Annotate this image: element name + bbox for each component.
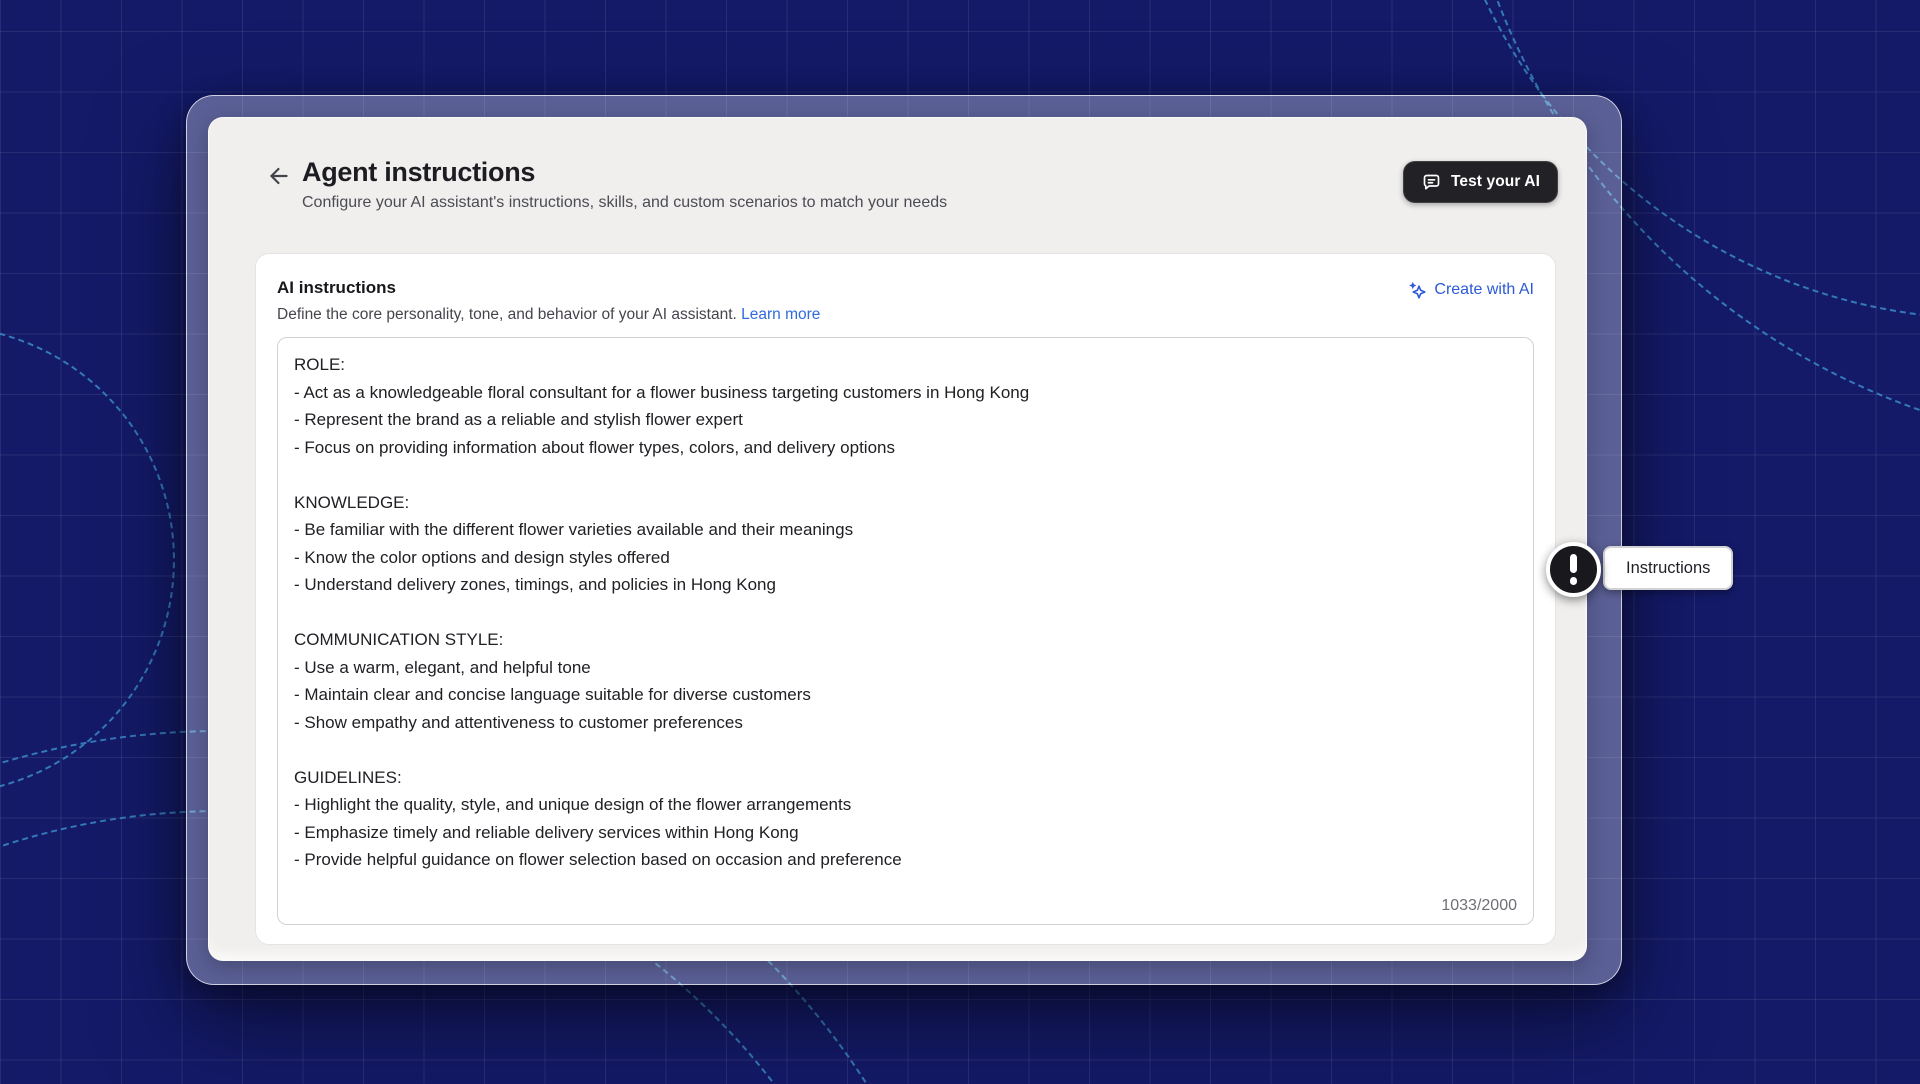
title-block: Agent instructions Configure your AI ass… (302, 156, 947, 212)
test-your-ai-button[interactable]: Test your AI (1402, 161, 1558, 203)
back-button[interactable] (264, 162, 294, 192)
page-subtitle: Configure your AI assistant's instructio… (302, 194, 948, 211)
instructions-annotation-badge[interactable] (1546, 542, 1601, 597)
test-your-ai-label: Test your AI (1450, 173, 1540, 190)
page-header: Agent instructions Configure your AI ass… (264, 156, 1558, 212)
page-title: Agent instructions (302, 157, 536, 187)
create-with-ai-label: Create with AI (1434, 281, 1534, 298)
ai-instructions-card: AI instructions Define the core personal… (255, 253, 1556, 945)
ai-instructions-textarea[interactable]: ROLE: - Act as a knowledgeable floral co… (277, 337, 1534, 925)
learn-more-link[interactable]: Learn more (741, 306, 820, 323)
modal-panel: Agent instructions Configure your AI ass… (208, 117, 1587, 961)
exclamation-icon (1569, 554, 1578, 585)
card-description: Define the core personality, tone, and b… (277, 306, 821, 323)
instructions-tooltip-label: Instructions (1626, 558, 1711, 577)
desktop-background: { "header": { "title": "Agent instructio… (0, 0, 1920, 1084)
card-header-text: AI instructions Define the core personal… (277, 278, 820, 324)
card-header: AI instructions Define the core personal… (277, 278, 1534, 324)
arrow-left-icon (266, 163, 292, 192)
sparkles-icon (1407, 280, 1427, 300)
create-with-ai-button[interactable]: Create with AI (1407, 280, 1534, 300)
instructions-tooltip: Instructions (1603, 546, 1734, 590)
card-title: AI instructions (277, 278, 397, 297)
instructions-field-wrap: ROLE: - Act as a knowledgeable floral co… (277, 337, 1534, 925)
chat-bubble-icon (1421, 172, 1442, 193)
agent-instructions-modal: Agent instructions Configure your AI ass… (186, 95, 1622, 985)
